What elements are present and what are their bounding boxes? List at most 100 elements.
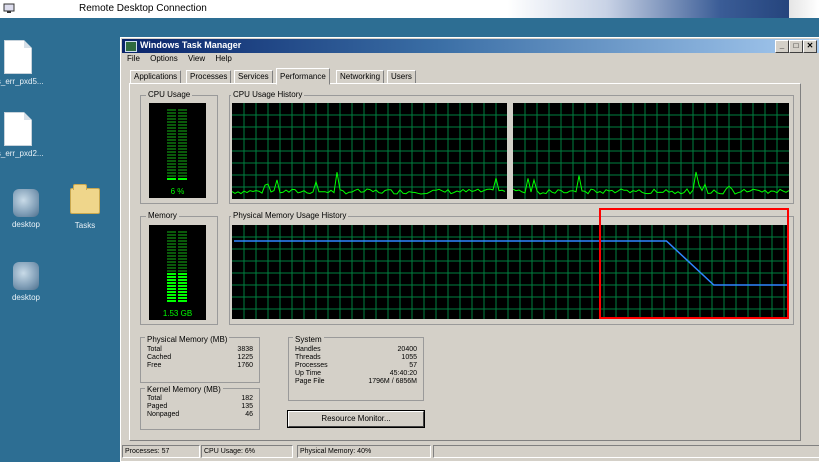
meter-segment-lit [167,291,176,293]
stat-value: 135 [241,403,253,410]
stat-value: 45:40:20 [389,370,417,377]
desktop-icon-label: desktop [11,220,41,229]
physical-memory-table: Total 3838 Cached 1225 Free 1760 [147,346,253,370]
desktop-icon-file-1[interactable]: ns_err_pxd5... [0,40,50,86]
tab-applications[interactable]: Applications [130,70,182,84]
meter-segment [178,267,187,269]
meter-segment [167,151,176,153]
resource-monitor-button[interactable]: Resource Monitor... [288,411,424,427]
cpu-history-graph-core-0 [231,103,507,199]
stat-row: Threads 1055 [295,354,417,362]
cpu-meter-bars [167,109,187,180]
meter-segment [167,133,176,135]
meter-segment [178,112,187,114]
remote-desktop-icon [13,189,39,217]
memory-meter-bars [167,231,187,302]
cpu-history-chart [231,103,507,199]
meter-segment-lit [167,297,176,299]
desktop-icon-desktop-2[interactable]: desktop [0,258,58,302]
tab-networking[interactable]: Networking [336,70,385,84]
meter-segment-lit [178,297,187,299]
meter-segment [167,237,176,239]
status-physical-memory: Physical Memory: 40% [297,445,431,458]
meter-segment [167,246,176,248]
meter-segment-lit [178,273,187,275]
meter-segment [167,249,176,251]
meter-segment [178,121,187,123]
meter-segment [167,148,176,150]
desktop-icon-desktop-1[interactable]: desktop [0,185,58,229]
meter-segment [178,166,187,168]
stat-key: Handles [295,346,321,353]
maximize-button[interactable]: □ [789,40,803,53]
meter-segment [167,142,176,144]
meter-segment [167,252,176,254]
meter-segment [178,231,187,233]
meter-segment [167,231,176,233]
menu-file[interactable]: File [127,54,140,63]
physical-memory-label: Physical Memory (MB) [145,335,230,344]
meter-segment [178,115,187,117]
desktop-icon-tasks[interactable]: Tasks [53,182,117,230]
meter-segment [178,240,187,242]
stat-value: 182 [241,395,253,402]
task-manager-icon [125,41,137,52]
meter-segment [167,163,176,165]
minimize-button[interactable]: _ [775,40,789,53]
stat-row: Handles 20400 [295,346,417,354]
meter-segment-lit [178,300,187,302]
meter-segment [167,258,176,260]
cpu-usage-meter: 6 % [149,103,206,198]
meter-segment-lit [178,285,187,287]
stat-key: Paged [147,403,168,410]
meter-segment [167,136,176,138]
meter-segment [167,145,176,147]
tab-processes[interactable]: Processes [186,70,232,84]
meter-segment [178,172,187,174]
meter-segment [167,166,176,168]
meter-segment [167,175,176,177]
meter-segment [178,249,187,251]
tab-performance[interactable]: Performance [276,68,330,85]
cpu-usage-label: CPU Usage [146,90,193,99]
stat-value: 3838 [237,346,253,353]
meter-segment [178,145,187,147]
meter-segment [178,124,187,126]
stat-row: Total 182 [147,395,253,403]
stat-row: Paged 135 [147,403,253,411]
stat-key: Threads [295,354,321,361]
file-icon [4,112,32,146]
stat-value: 46 [245,411,253,418]
menu-view[interactable]: View [188,54,205,63]
status-processes: Processes: 57 [122,445,200,458]
meter-segment-lit [178,294,187,296]
menu-help[interactable]: Help [215,54,231,63]
meter-segment [178,264,187,266]
meter-segment [178,118,187,120]
menu-options[interactable]: Options [150,54,178,63]
meter-segment-lit [167,282,176,284]
tab-services[interactable]: Services [234,70,273,84]
stat-row: Total 3838 [147,346,253,354]
meter-segment [178,148,187,150]
rdp-title-bar-edge [789,0,819,18]
stat-value: 1225 [237,354,253,361]
tab-users[interactable]: Users [387,70,416,84]
rdp-title-bar: Remote Desktop Connection [0,0,819,18]
desktop-icon-label: ns_err_pxd5... [0,77,44,86]
stat-key: Free [147,362,162,369]
cpu-history-label: CPU Usage History [231,90,305,99]
desktop-icon-file-2[interactable]: ns_err_pxd2... [0,112,50,158]
meter-segment-lit [178,279,187,281]
meter-segment [167,118,176,120]
close-button[interactable]: ✕ [803,40,817,53]
meter-segment [167,267,176,269]
meter-segment-lit [178,288,187,290]
task-manager-title-bar[interactable]: Windows Task Manager _ □ ✕ [122,39,819,53]
meter-segment [178,130,187,132]
status-cpu-usage: CPU Usage: 6% [201,445,293,458]
meter-segment [178,142,187,144]
meter-segment [167,261,176,263]
highlight-rectangle [599,208,789,319]
stat-value: 1760 [237,362,253,369]
